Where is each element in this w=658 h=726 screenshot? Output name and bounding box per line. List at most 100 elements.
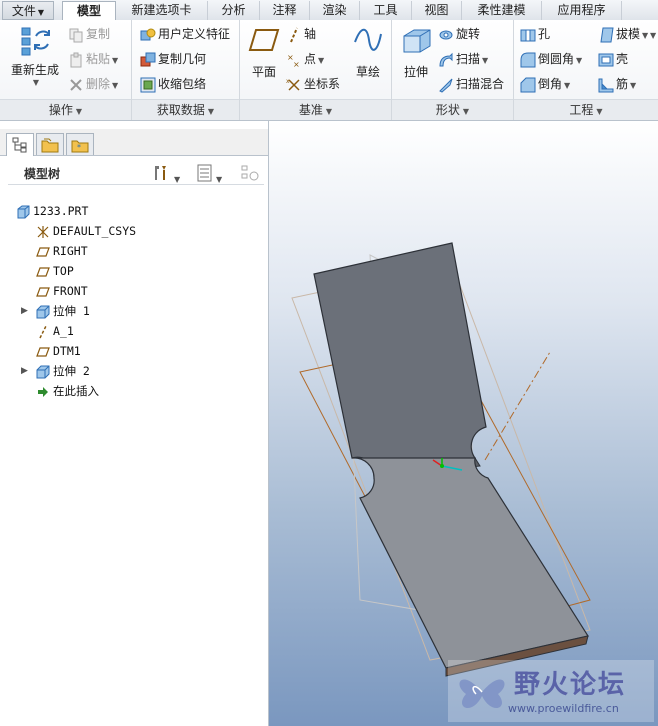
tab-applications[interactable]: 应用程序 [542,1,622,20]
tree-item-part[interactable]: 1233.PRT [16,201,88,221]
svg-text:*: * [77,143,81,152]
hole-button[interactable]: 孔 [520,26,550,43]
tab-new-tab-label: 新建选项卡 [131,3,192,17]
point-button[interactable]: × × 点 ▼ [286,51,324,69]
draft-button[interactable]: 拔模 ▼ [598,26,648,44]
watermark-logo: 野火论坛 www.proewildfire.cn [448,660,654,722]
group-shapes-label[interactable]: 形状 ▼ [392,99,513,120]
tab-annotate-label: 注释 [272,3,297,17]
tab-folder-browser[interactable] [36,133,64,155]
tab-analysis[interactable]: 分析 [208,1,260,20]
swept-blend-label: 扫描混合 [456,77,505,91]
tree-item-extrude-1[interactable]: 拉伸 1 [36,301,90,321]
sketch-label: 草绘 [355,65,380,79]
tree-item-extrude-2[interactable]: 拉伸 2 [36,361,90,381]
tab-file-label: 文件 [11,4,36,18]
tree-item-label: FRONT [53,284,88,298]
csys-label: 坐标系 [304,77,341,91]
csys-icon: x [286,78,300,91]
tab-view-label: 视图 [424,3,449,17]
regenerate-button[interactable]: 重新生成 ▼ [6,24,64,87]
delete-label: 删除 [86,77,111,91]
extrude-button[interactable]: 拉伸 [396,26,436,80]
expand-arrow-icon[interactable]: ▶ [21,366,28,376]
settings-button[interactable]: ▼ [152,164,180,185]
extrude-icon [403,29,431,53]
lower-flap [351,457,589,669]
tab-flexible-modeling[interactable]: 柔性建模 [462,1,542,20]
tree-item-dtm1[interactable]: DTM1 [36,341,81,361]
plane-button[interactable]: 平面 [246,26,282,80]
group-get-data-label[interactable]: 获取数据 ▼ [132,99,239,120]
tree-item-insert-here[interactable]: 在此插入 [36,381,99,401]
tab-tools[interactable]: 工具 [360,1,412,20]
chevron-down-icon: ▼ [564,81,571,90]
group-engineering: 孔 倒圆角 ▼ 倒角 ▼ 拔模 ▼ 壳 筋 ▼ ▼ 工程 ▼ [514,20,658,120]
sweep-label: 扫描 [456,52,481,66]
paste-label: 粘贴 [86,52,111,66]
draft-icon [600,27,614,42]
tab-model-label: 模型 [76,4,101,18]
tab-render[interactable]: 渲染 [310,1,360,20]
delete-button[interactable]: 删除 ▼ [68,76,118,94]
chevron-down-icon: ▼ [325,107,333,116]
navigator-tabs: * [0,129,268,156]
copy-geometry-button[interactable]: 复制几何 [140,51,206,68]
rib-icon [598,78,614,92]
tab-model-tree[interactable] [6,133,34,156]
chevron-down-icon: ▼ [112,56,119,65]
sweep-button[interactable]: 扫描 ▼ [438,51,488,69]
group-engineering-label[interactable]: 工程 ▼ [514,99,658,120]
udf-label: 用户定义特征 [158,27,231,41]
tree-item-default-csys[interactable]: DEFAULT_CSYS [36,221,136,241]
copy-button[interactable]: 复制 [68,26,110,43]
tab-flexible-modeling-label: 柔性建模 [477,3,526,17]
graphics-window[interactable] [269,121,658,726]
shrinkwrap-icon [140,77,156,92]
tree-item-front[interactable]: FRONT [36,281,88,301]
ribbon-overflow-chevron[interactable]: ▼ [648,26,656,44]
tab-new-tab[interactable]: 新建选项卡 [116,1,208,20]
group-operations-label[interactable]: 操作 ▼ [0,99,131,120]
favorites-icon: * [71,140,89,153]
shell-button[interactable]: 壳 [598,51,628,68]
shell-icon [598,53,614,66]
tree-item-label: A_1 [53,324,74,338]
group-datum-label[interactable]: 基准 ▼ [240,99,391,120]
sketch-button[interactable]: 草绘 [350,26,386,80]
group-operations-text: 操作 [48,103,73,117]
csys-button[interactable]: x 坐标系 [286,76,340,93]
tree-filter-icon [241,165,259,181]
rib-button[interactable]: 筋 ▼ [598,76,636,94]
revolve-button[interactable]: 旋转 [438,26,480,43]
tab-view[interactable]: 视图 [412,1,462,20]
swept-blend-button[interactable]: 扫描混合 [438,76,504,93]
round-button[interactable]: 倒圆角 ▼ [520,51,582,69]
tab-file[interactable]: 文件 ▼ [2,1,54,20]
chevron-down-icon: ▼ [216,175,223,184]
tree-item-a1[interactable]: A_1 [36,321,74,341]
chevron-down-icon: ▼ [207,107,215,116]
tree-item-label: 拉伸 2 [53,364,90,378]
tab-favorites[interactable]: * [66,133,94,155]
chamfer-button[interactable]: 倒角 ▼ [520,76,570,94]
ribbon-tab-bar: 文件 ▼ 模型 新建选项卡 分析 注释 渲染 工具 视图 柔性建模 应用程序 [0,0,658,21]
shrinkwrap-button[interactable]: 收缩包络 [140,76,206,93]
shell-label: 壳 [616,52,629,66]
datum-plane-icon [36,246,50,257]
expand-arrow-icon[interactable]: ▶ [21,306,28,316]
tree-filter-button[interactable] [240,164,260,185]
axis-button[interactable]: 轴 [286,26,316,43]
tab-model[interactable]: 模型 [62,1,116,21]
paste-button[interactable]: 粘贴 ▼ [68,51,118,69]
group-engineering-text: 工程 [569,103,594,117]
rib-label: 筋 [616,77,629,91]
axis-label: 轴 [304,27,317,41]
tree-item-right[interactable]: RIGHT [36,241,88,261]
tree-item-top[interactable]: TOP [36,261,74,281]
show-button[interactable]: ▼ [196,164,222,185]
udf-button[interactable]: 用户定义特征 [140,26,230,43]
datum-plane-icon [36,286,50,297]
datum-plane-icon [36,266,50,277]
tab-annotate[interactable]: 注释 [260,1,310,20]
